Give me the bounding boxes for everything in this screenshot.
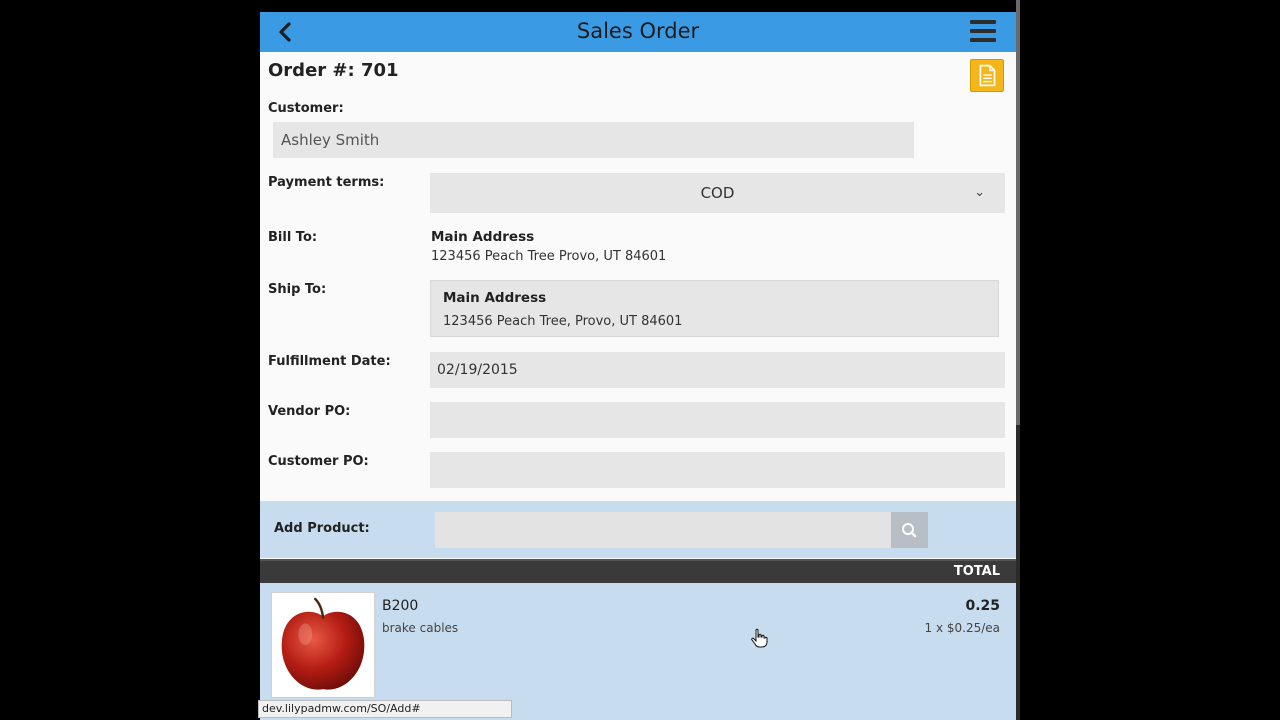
payment-terms-label: Payment terms: [268, 175, 385, 190]
chevron-down-icon: ⌄ [974, 185, 985, 200]
hamburger-icon[interactable] [970, 20, 996, 42]
total-column-header: TOTAL [953, 564, 1000, 579]
window-scrollbar[interactable] [1016, 0, 1020, 720]
document-button[interactable] [970, 59, 1004, 92]
customer-field[interactable]: Ashley Smith [273, 122, 914, 158]
table-header: TOTAL [260, 559, 1016, 583]
page-title: Sales Order [576, 19, 700, 43]
customer-po-field[interactable] [430, 452, 1005, 488]
app-header: Sales Order [260, 12, 1016, 52]
apple-image [271, 592, 375, 698]
document-icon [979, 64, 996, 87]
hand-cursor-icon [751, 628, 768, 648]
ship-to-selector[interactable]: Main Address 123456 Peach Tree, Provo, U… [430, 280, 999, 337]
customer-po-label: Customer PO: [268, 454, 369, 469]
bill-to-name: Main Address [431, 229, 535, 245]
payment-terms-value: COD [700, 184, 735, 202]
quantity-price: 1 x $0.25/ea [924, 621, 1001, 635]
ship-to-street: 123456 Peach Tree, Provo, UT 84601 [443, 314, 683, 329]
fulfillment-date-label: Fulfillment Date: [268, 354, 391, 369]
add-product-label: Add Product: [274, 521, 370, 536]
fulfillment-date-field[interactable]: 02/19/2015 [430, 352, 1005, 388]
status-bar-url: dev.lilypadmw.com/SO/Add# [258, 700, 512, 718]
search-icon [902, 523, 917, 538]
line-total: 0.25 [965, 598, 1000, 614]
sales-order-app: Sales Order Order #: 701 Customer: Ashle… [260, 12, 1016, 720]
ship-to-label: Ship To: [268, 282, 327, 297]
add-product-bar: Add Product: [260, 501, 1016, 558]
product-description: brake cables [382, 621, 459, 635]
vendor-po-field[interactable] [430, 402, 1005, 438]
order-number: Order #: 701 [268, 60, 399, 81]
search-button[interactable] [891, 512, 928, 548]
bill-to-label: Bill To: [268, 230, 318, 245]
payment-terms-select[interactable]: COD ⌄ [430, 173, 1005, 213]
customer-label: Customer: [268, 101, 344, 116]
bill-to-address: Main Address 123456 Peach Tree Provo, UT… [431, 228, 666, 266]
scrollbar-thumb[interactable] [1016, 0, 1020, 425]
ship-to-name: Main Address [443, 290, 547, 306]
bill-to-street: 123456 Peach Tree Provo, UT 84601 [431, 249, 667, 264]
product-sku: B200 [382, 598, 419, 614]
add-product-input[interactable] [435, 512, 891, 548]
vendor-po-label: Vendor PO: [268, 404, 351, 419]
